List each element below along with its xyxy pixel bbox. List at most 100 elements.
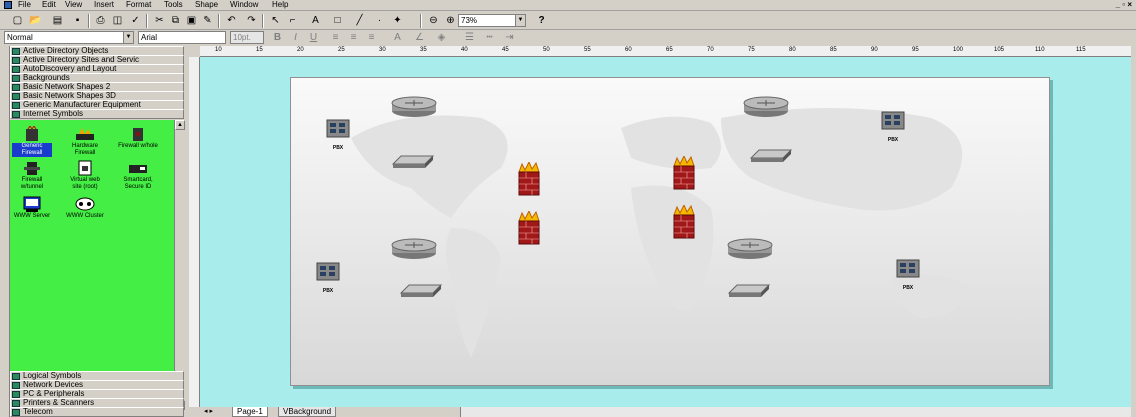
- help-button[interactable]: ?: [534, 14, 549, 28]
- connector-icon[interactable]: ⌐: [285, 14, 300, 28]
- stencil-telecom[interactable]: Telecom: [10, 407, 184, 417]
- scroll-up-icon[interactable]: ▲: [175, 120, 185, 130]
- vertical-scrollbar[interactable]: [1131, 46, 1136, 417]
- line-weight-icon[interactable]: ☰: [462, 31, 477, 45]
- firewall-icon[interactable]: [516, 209, 542, 247]
- chevron-down-icon[interactable]: ▼: [123, 32, 133, 43]
- stencil-icon: [12, 111, 20, 118]
- pencil-icon[interactable]: ·: [372, 14, 387, 28]
- zoom-out-icon[interactable]: ⊖: [426, 14, 441, 28]
- router-icon[interactable]: [391, 238, 437, 262]
- line-icon[interactable]: ╱: [352, 14, 367, 28]
- app-icon[interactable]: [4, 1, 12, 9]
- line-color-icon[interactable]: ∠: [412, 31, 427, 45]
- router-icon[interactable]: [727, 238, 773, 262]
- pbx-icon[interactable]: PBX: [315, 261, 341, 294]
- ruler-tick-label: 90: [871, 47, 878, 53]
- window-controls[interactable]: _ ▫ ×: [1116, 0, 1132, 10]
- bold-icon[interactable]: B: [270, 31, 285, 45]
- ruler-tick-label: 30: [379, 47, 386, 53]
- drawing-canvas[interactable]: PBX PBX PBX PBX: [200, 57, 1131, 407]
- text-tool-icon[interactable]: A: [308, 14, 323, 28]
- menu-window[interactable]: Window: [230, 0, 258, 10]
- shape-firewall-hole[interactable]: Firewall w/hole: [118, 126, 158, 150]
- stencil-icon: [12, 48, 20, 55]
- paste-icon[interactable]: ▣: [184, 14, 199, 28]
- italic-icon[interactable]: I: [288, 31, 303, 45]
- menu-help[interactable]: Help: [272, 0, 288, 10]
- menu-insert[interactable]: Insert: [94, 0, 114, 10]
- menu-view[interactable]: View: [65, 0, 82, 10]
- print-preview-icon[interactable]: ◫: [110, 14, 125, 28]
- firewall-icon[interactable]: [516, 160, 542, 198]
- underline-icon[interactable]: U: [306, 31, 321, 45]
- shape-generic-firewall[interactable]: Generic Firewall: [12, 125, 52, 157]
- tab-nav-icon[interactable]: ◂ ▸: [204, 407, 213, 415]
- pointer-icon[interactable]: ↖: [268, 14, 283, 28]
- switch-icon[interactable]: [391, 154, 435, 172]
- horizontal-scrollbar[interactable]: [460, 407, 1136, 417]
- stencil-scrollbar[interactable]: ▲ ▼: [174, 120, 185, 410]
- align-right-icon[interactable]: ≡: [364, 31, 379, 45]
- tab-vbackground[interactable]: VBackground: [278, 407, 337, 417]
- fill-color-icon[interactable]: ◈: [434, 31, 449, 45]
- shape-virtual-web-site[interactable]: Virtual web site (root): [65, 160, 105, 191]
- stencil-icon[interactable]: ▤: [50, 14, 65, 28]
- copy-icon[interactable]: ⧉: [168, 14, 183, 28]
- menu-tools[interactable]: Tools: [164, 0, 183, 10]
- redo-icon[interactable]: ↷: [244, 14, 259, 28]
- stencil-internet-symbols[interactable]: Internet Symbols: [10, 109, 184, 119]
- drawing-page[interactable]: PBX PBX PBX PBX: [290, 77, 1050, 386]
- switch-icon[interactable]: [727, 283, 771, 301]
- ruler-tick-label: 85: [830, 47, 837, 53]
- pbx-icon[interactable]: PBX: [895, 258, 921, 291]
- zoom-in-icon[interactable]: ⊕: [443, 14, 458, 28]
- shape-www-cluster[interactable]: WWW Cluster: [65, 196, 105, 220]
- shape-smartcard[interactable]: Smartcard, Secure ID: [118, 160, 158, 191]
- zoom-select[interactable]: 73% ▼: [458, 14, 526, 27]
- ruler-tick-label: 70: [707, 47, 714, 53]
- chevron-down-icon[interactable]: ▼: [515, 15, 525, 26]
- align-left-icon[interactable]: ≡: [328, 31, 343, 45]
- firewall-icon[interactable]: [671, 154, 697, 192]
- ruler-tick-label: 105: [994, 47, 1005, 53]
- font-select[interactable]: Arial: [138, 31, 226, 44]
- router-icon[interactable]: [743, 96, 789, 120]
- stencil-icon: [12, 93, 20, 100]
- menu-edit[interactable]: Edit: [42, 0, 56, 10]
- print-icon[interactable]: ⎙: [93, 14, 108, 28]
- menu-file[interactable]: File: [18, 0, 31, 10]
- menu-shape[interactable]: Shape: [195, 0, 218, 10]
- text-color-icon[interactable]: A: [390, 31, 405, 45]
- shape-hardware-firewall[interactable]: Hardware Firewall: [65, 126, 105, 157]
- pbx-icon[interactable]: PBX: [325, 118, 351, 151]
- new-icon[interactable]: ▢: [10, 14, 25, 28]
- style-select[interactable]: Normal ▼: [4, 31, 134, 44]
- font-value: Arial: [141, 33, 158, 42]
- shape-www-server[interactable]: WWW Server: [12, 196, 52, 220]
- left-edge: [0, 46, 10, 417]
- line-pattern-icon[interactable]: ┅: [482, 31, 497, 45]
- open-icon[interactable]: 📂: [28, 14, 43, 28]
- align-center-icon[interactable]: ≡: [346, 31, 361, 45]
- pbx-icon[interactable]: PBX: [880, 110, 906, 143]
- save-icon[interactable]: ▪: [70, 14, 85, 28]
- line-ends-icon[interactable]: ⇥: [502, 31, 517, 45]
- shape-firewall-tunnel[interactable]: Firewall w/tunnel: [12, 160, 52, 191]
- tab-page-1[interactable]: Page-1: [232, 407, 268, 417]
- rectangle-icon[interactable]: □: [330, 14, 345, 28]
- ruler-tick-label: 40: [461, 47, 468, 53]
- connection-point-icon[interactable]: ✦: [390, 14, 405, 28]
- switch-icon[interactable]: [399, 283, 443, 301]
- cut-icon[interactable]: ✂: [152, 14, 167, 28]
- firewall-icon[interactable]: [671, 203, 697, 241]
- router-icon[interactable]: [391, 96, 437, 120]
- spelling-icon[interactable]: ✓: [128, 14, 143, 28]
- switch-icon[interactable]: [749, 148, 793, 166]
- ruler-tick-label: 35: [420, 47, 427, 53]
- firewall-tunnel-icon: [22, 160, 42, 176]
- menu-format[interactable]: Format: [126, 0, 151, 10]
- font-size-select[interactable]: 10pt.: [230, 31, 264, 44]
- format-painter-icon[interactable]: ✎: [200, 14, 215, 28]
- undo-icon[interactable]: ↶: [224, 14, 239, 28]
